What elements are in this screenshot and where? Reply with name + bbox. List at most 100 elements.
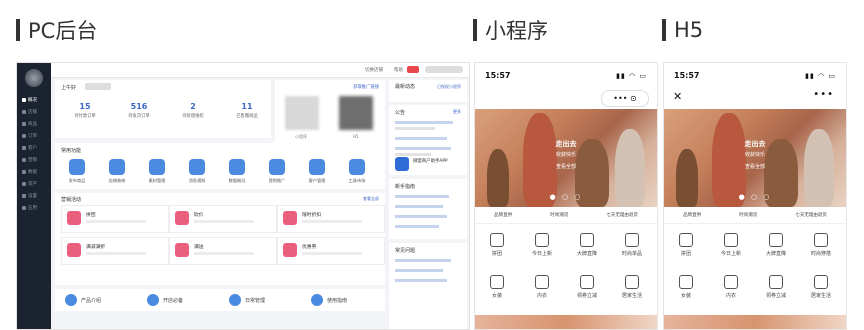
store-logo	[25, 69, 43, 87]
tool-item[interactable]: 发布商品	[63, 159, 91, 184]
category-item[interactable]: 内衣	[713, 275, 749, 299]
authorized-link[interactable]: 已授权小程序	[437, 84, 461, 90]
stat-item[interactable]: 2 待处理维权	[165, 102, 221, 119]
sidebar-item[interactable]: 应用	[17, 203, 51, 213]
app-promo[interactable]: 微盟商户助手APP	[413, 158, 448, 164]
nav-bar: ••• ⊙	[475, 85, 657, 109]
carousel-dots[interactable]: ● ○ ○	[664, 193, 846, 201]
mini-program-qr	[285, 96, 319, 130]
tool-item[interactable]: 工具市场	[343, 159, 371, 184]
stat-item[interactable]: 11 已售罄商品	[219, 102, 275, 119]
account-menu[interactable]	[425, 66, 463, 73]
sidebar-item[interactable]: 店铺	[17, 107, 51, 117]
category-item[interactable]: 领券立减	[569, 275, 605, 299]
guide-line[interactable]	[395, 225, 439, 228]
promo-link[interactable]: 获取推广链接	[353, 84, 379, 90]
help-link[interactable]: 帮助	[394, 67, 403, 73]
category-item[interactable]: 居家生活	[614, 275, 650, 299]
tool-item[interactable]: 营销推广	[263, 159, 291, 184]
tool-item[interactable]: 店铺装修	[103, 159, 131, 184]
username-blur	[85, 83, 111, 90]
category-item[interactable]: 领券立减	[758, 275, 794, 299]
stat-label: 待付款订单	[74, 114, 96, 119]
banner-image[interactable]: 走出去 收获快乐 查看全部 ● ○ ○	[475, 109, 657, 207]
sidebar-icon	[22, 158, 26, 162]
more-link[interactable]: 更多	[453, 109, 461, 115]
news-heading: 最新动态	[395, 84, 416, 90]
category-label: 居家生活	[810, 293, 831, 299]
announcement-line[interactable]	[395, 147, 451, 150]
section-heading: 营销活动	[61, 197, 82, 203]
sidebar-item[interactable]: 数据	[17, 167, 51, 177]
capsule-icons[interactable]: ••• ⊙	[613, 94, 636, 103]
carousel-dots[interactable]: ● ○ ○	[475, 193, 657, 201]
category-item[interactable]: 拼团	[479, 233, 515, 257]
guide-line[interactable]	[395, 215, 447, 218]
sidebar-item[interactable]: 客户	[17, 143, 51, 153]
notification-badge[interactable]	[407, 66, 419, 73]
category-item[interactable]: 女装	[479, 275, 515, 299]
mini-program-capsule[interactable]: ••• ⊙	[601, 90, 649, 107]
top-bar: 切换店铺 帮助	[51, 63, 469, 78]
product-preview[interactable]	[475, 315, 657, 329]
category-item[interactable]: 时尚穿搭	[803, 233, 839, 257]
banner-image[interactable]: 走出去 收获快乐 查看全部 ● ○ ○	[664, 109, 846, 207]
marketing-item[interactable]: 拼团	[61, 205, 169, 233]
sidebar-icon	[22, 122, 26, 126]
category-item[interactable]: 今日上新	[524, 233, 560, 257]
view-all-link[interactable]: 查看全部	[363, 196, 379, 202]
faq-line[interactable]	[395, 279, 447, 282]
banner-headline: 走出去	[744, 140, 766, 148]
category-icon	[769, 275, 783, 289]
tool-item[interactable]: 消息通知	[183, 159, 211, 184]
category-item[interactable]: 内衣	[524, 275, 560, 299]
more-icon[interactable]: •••	[813, 89, 834, 100]
guide-item[interactable]: 产品介绍	[65, 289, 101, 311]
category-item[interactable]: 拼团	[668, 233, 704, 257]
guide-item[interactable]: 开店必备	[147, 289, 183, 311]
stat-item[interactable]: 15 待付款订单	[57, 102, 113, 119]
sidebar-item[interactable]: 设置	[17, 191, 51, 201]
sidebar-icon	[22, 194, 26, 198]
sidebar-item[interactable]: 订单	[17, 131, 51, 141]
category-item[interactable]: 时尚单品	[614, 233, 650, 257]
announcement-line[interactable]	[395, 137, 447, 140]
banner-cta[interactable]: 查看全部	[475, 163, 657, 170]
guide-item[interactable]: 使用指南	[311, 289, 347, 311]
switch-store-link[interactable]: 切换店铺	[365, 67, 383, 73]
marketing-item[interactable]: 优惠券	[277, 237, 385, 265]
guide-heading: 新手指南	[395, 184, 416, 190]
tool-item[interactable]: 客户管理	[303, 159, 331, 184]
category-icon	[535, 233, 549, 247]
stat-item[interactable]: 516 待发货订单	[111, 102, 167, 119]
marketing-item[interactable]: 满送	[169, 237, 277, 265]
marketing-item[interactable]: 限时折扣	[277, 205, 385, 233]
faq-line[interactable]	[395, 259, 451, 262]
h5-screenshot: 15:57 ▮▮ ◠ ▭ ✕ ••• 走出去 收获快乐 查看全部 ● ○ ○ 品…	[663, 62, 847, 330]
category-item[interactable]: 居家生活	[803, 275, 839, 299]
close-icon[interactable]: ✕	[673, 90, 682, 103]
guide-card: 新手指南	[389, 179, 467, 239]
guide-item[interactable]: 日常管理	[229, 289, 265, 311]
sidebar-item[interactable]: 概况	[17, 95, 51, 105]
faq-line[interactable]	[395, 269, 443, 272]
announcement-heading: 公告	[395, 110, 406, 116]
app-icon	[189, 159, 205, 175]
tool-item[interactable]: 数据概况	[223, 159, 251, 184]
product-preview[interactable]	[664, 315, 846, 329]
features-strip: 品牌直供 时尚潮流 七天无理由退货	[664, 207, 846, 224]
sidebar-item[interactable]: 资产	[17, 179, 51, 189]
category-item[interactable]: 今日上新	[713, 233, 749, 257]
tool-item[interactable]: 素材管理	[143, 159, 171, 184]
announcement-line[interactable]	[395, 121, 453, 124]
guide-line[interactable]	[395, 205, 443, 208]
marketing-item[interactable]: 砍价	[169, 205, 277, 233]
marketing-item[interactable]: 满减满折	[61, 237, 169, 265]
category-item[interactable]: 大牌直降	[569, 233, 605, 257]
sidebar-item[interactable]: 营销	[17, 155, 51, 165]
sidebar-item[interactable]: 商品	[17, 119, 51, 129]
category-item[interactable]: 大牌直降	[758, 233, 794, 257]
category-item[interactable]: 女装	[668, 275, 704, 299]
banner-cta[interactable]: 查看全部	[664, 163, 846, 170]
guide-line[interactable]	[395, 195, 449, 198]
